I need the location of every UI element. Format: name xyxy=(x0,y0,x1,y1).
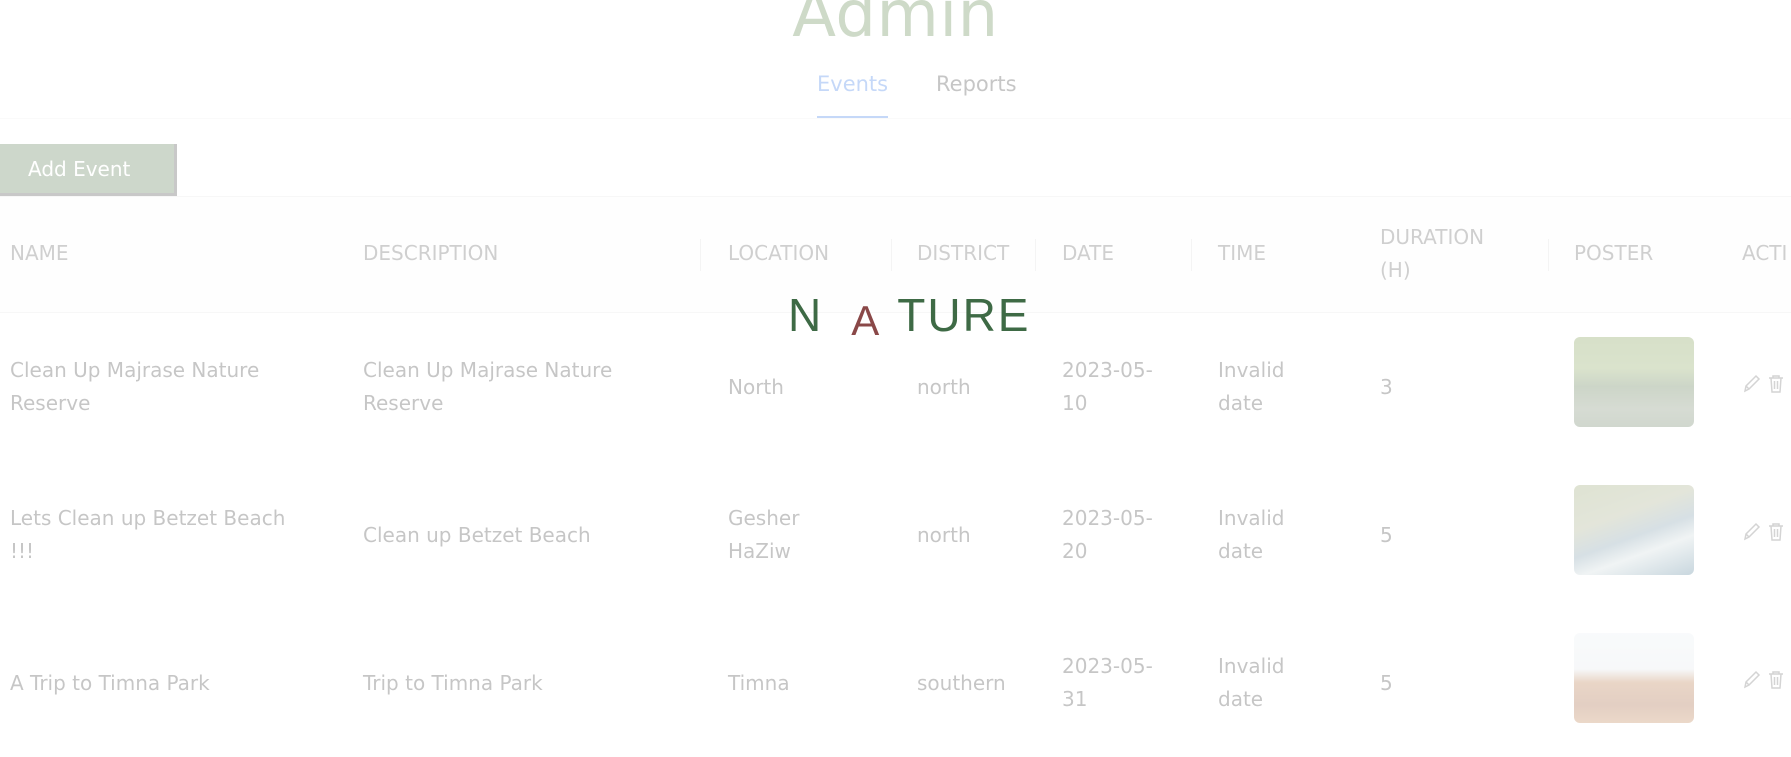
cell-location: Timna xyxy=(728,670,790,695)
column-separator xyxy=(1548,239,1549,271)
pencil-icon[interactable] xyxy=(1742,669,1762,691)
cell-description: Clean up Betzet Beach xyxy=(363,522,591,547)
header-divider xyxy=(0,118,1791,119)
table-body: Clean Up Majrase Nature Reserve Clean Up… xyxy=(0,313,1791,723)
row-actions xyxy=(1742,373,1786,395)
cell-district: north xyxy=(917,522,971,547)
column-header-poster[interactable]: POSTER xyxy=(1574,237,1653,270)
add-event-button[interactable]: Add Event xyxy=(0,144,177,196)
column-header-time[interactable]: TIME xyxy=(1218,237,1266,270)
cell-name: Clean Up Majrase Nature Reserve xyxy=(10,358,260,415)
cell-time: Invalid date xyxy=(1218,358,1285,415)
cell-name: A Trip to Timna Park xyxy=(10,670,210,695)
column-header-description[interactable]: DESCRIPTION xyxy=(363,237,498,270)
logo-letter-a: A xyxy=(851,297,882,344)
nature-logo: N A TURE xyxy=(788,288,1030,348)
pencil-icon[interactable] xyxy=(1742,521,1762,543)
column-separator xyxy=(700,239,701,271)
column-header-district[interactable]: DISTRICT xyxy=(917,237,1009,270)
poster-image xyxy=(1574,485,1694,575)
trash-icon[interactable] xyxy=(1766,373,1786,395)
poster-image xyxy=(1574,337,1694,427)
cell-duration: 3 xyxy=(1380,374,1393,399)
column-header-date[interactable]: DATE xyxy=(1062,237,1114,270)
column-header-location[interactable]: LOCATION xyxy=(728,237,829,270)
column-separator xyxy=(1035,239,1036,271)
poster-image xyxy=(1574,633,1694,723)
cell-description: Trip to Timna Park xyxy=(363,670,543,695)
logo-letter-n: N xyxy=(788,289,824,341)
tab-events[interactable]: Events xyxy=(817,72,889,119)
column-separator xyxy=(1191,239,1192,271)
row-actions xyxy=(1742,669,1786,691)
column-header-duration[interactable]: DURATION (H) xyxy=(1380,221,1520,287)
cell-date: 2023-05-10 xyxy=(1062,358,1153,415)
page-header: Admin Events Reports xyxy=(0,0,1791,120)
cell-date: 2023-05-31 xyxy=(1062,654,1153,711)
column-header-actions: ACTI xyxy=(1742,241,1788,265)
logo-letters-ture: TURE xyxy=(897,289,1031,341)
tab-bar: Events Reports xyxy=(0,70,1791,120)
trash-icon[interactable] xyxy=(1766,521,1786,543)
row-actions xyxy=(1742,521,1786,543)
column-header-name[interactable]: NAME xyxy=(10,237,69,270)
tab-reports[interactable]: Reports xyxy=(936,72,1017,116)
cell-location: Gesher HaZiw xyxy=(728,506,800,563)
cell-date: 2023-05-20 xyxy=(1062,506,1153,563)
table-row[interactable]: Lets Clean up Betzet Beach !!! Clean up … xyxy=(0,461,1791,609)
trash-icon[interactable] xyxy=(1766,669,1786,691)
cell-duration: 5 xyxy=(1380,670,1393,695)
page-title: Admin xyxy=(792,0,999,52)
cell-description: Clean Up Majrase Nature Reserve xyxy=(363,358,613,415)
cell-duration: 5 xyxy=(1380,522,1393,547)
cell-district: southern xyxy=(917,670,1006,695)
column-separator xyxy=(891,239,892,271)
cell-time: Invalid date xyxy=(1218,654,1285,711)
cell-time: Invalid date xyxy=(1218,506,1285,563)
table-row[interactable]: A Trip to Timna Park Trip to Timna Park … xyxy=(0,609,1791,757)
cell-name: Lets Clean up Betzet Beach !!! xyxy=(10,506,286,563)
pencil-icon[interactable] xyxy=(1742,373,1762,395)
